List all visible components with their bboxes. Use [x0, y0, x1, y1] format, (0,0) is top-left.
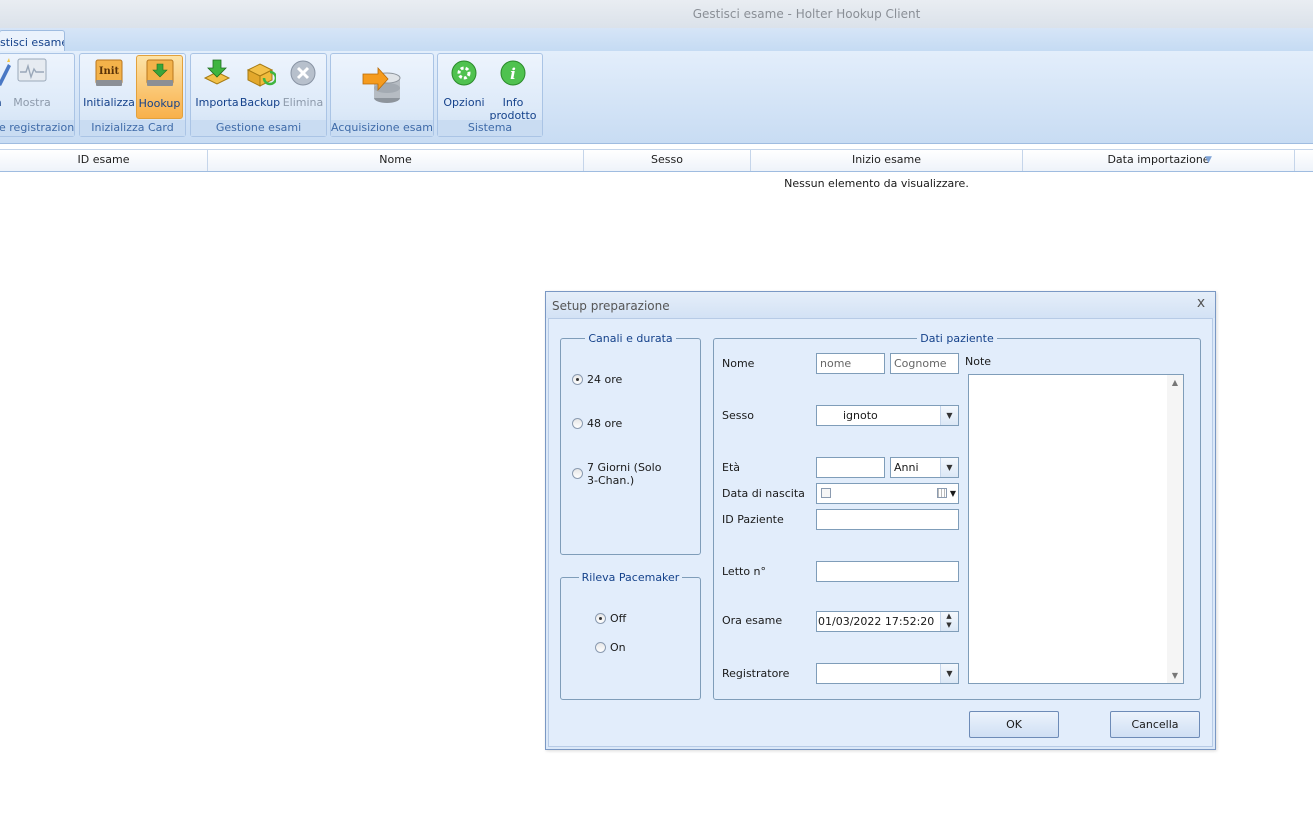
- ora-esame-value: 01/03/2022 17:52:20: [818, 615, 935, 628]
- column-nome[interactable]: Nome: [208, 150, 584, 171]
- letto-input[interactable]: [816, 561, 959, 582]
- nascita-label: Data di nascita: [722, 487, 805, 500]
- checkbox[interactable]: [821, 488, 831, 498]
- spin-down-icon[interactable]: ▼: [941, 621, 957, 630]
- eta-unit-value: Anni: [894, 461, 919, 474]
- exam-grid-header: ID esame Nome Sesso Inizio esame Data im…: [0, 149, 1313, 172]
- ora-esame-label: Ora esame: [722, 614, 783, 627]
- eta-input[interactable]: [816, 457, 885, 478]
- group-label: Gestione esami: [191, 120, 326, 136]
- mostra-button[interactable]: Mostra: [11, 56, 53, 118]
- tab-gestisci-esame[interactable]: stisci esame: [0, 30, 65, 51]
- note-label: Note: [965, 355, 992, 368]
- acquisizione-button[interactable]: [359, 56, 407, 118]
- hookup-card-icon: [146, 59, 173, 86]
- sort-descending-icon: ▼: [1205, 155, 1212, 165]
- group-label: Acquisizione esame: [331, 120, 433, 136]
- close-icon[interactable]: x: [1195, 296, 1207, 310]
- group-sistema: Opzioni i Info prodotto Sistema: [437, 53, 543, 137]
- ok-button[interactable]: OK: [969, 711, 1059, 738]
- title-bar: Gestisci esame - Holter Hookup Client: [0, 0, 1313, 28]
- ecg-monitor-icon: [17, 58, 47, 82]
- eta-unit-select[interactable]: Anni ▼: [890, 457, 959, 478]
- chevron-down-icon[interactable]: ▼: [950, 484, 956, 503]
- letto-label: Letto n°: [722, 565, 767, 578]
- nome-input[interactable]: nome: [816, 353, 885, 374]
- empty-grid-message: Nessun elemento da visualizzare.: [784, 177, 969, 190]
- calendar-icon[interactable]: [937, 488, 947, 498]
- data-nascita-picker[interactable]: ▼: [816, 483, 959, 504]
- radio-dot: [572, 374, 583, 385]
- channels-legend: Canali e durata: [588, 332, 673, 345]
- id-paziente-input[interactable]: [816, 509, 959, 530]
- import-icon: [203, 59, 231, 85]
- group-inizializza-card: Init Initializza Hookup Inizializza Card: [79, 53, 186, 137]
- radio-dot: [572, 418, 583, 429]
- radio-dot: [572, 468, 583, 479]
- initializza-button[interactable]: Init Initializza: [83, 56, 135, 118]
- column-id-esame[interactable]: ID esame: [0, 150, 208, 171]
- patient-legend: Dati paziente: [920, 332, 994, 345]
- scroll-up-icon[interactable]: ▲: [1167, 378, 1183, 387]
- pacemaker-legend: Rileva Pacemaker: [581, 571, 680, 584]
- group-registrazione: a Mostra e registrazione: [0, 53, 75, 137]
- sesso-label: Sesso: [722, 409, 754, 422]
- init-card-icon: Init: [95, 59, 123, 86]
- sesso-select[interactable]: ignoto ▼: [816, 405, 959, 426]
- note-textarea[interactable]: ▲ ▼: [968, 374, 1184, 684]
- radio-dot: [595, 613, 606, 624]
- svg-text:Init: Init: [99, 66, 120, 77]
- cancella-button[interactable]: Cancella: [1110, 711, 1200, 738]
- registratore-label: Registratore: [722, 667, 790, 680]
- pacemaker-group: Rileva Pacemaker: [560, 571, 701, 700]
- note-scrollbar[interactable]: ▲ ▼: [1167, 375, 1183, 683]
- elimina-button[interactable]: Elimina: [283, 56, 323, 118]
- backup-button[interactable]: Backup: [240, 56, 280, 118]
- group-gestione-esami: Importa Backup Elimina Gestione esami: [190, 53, 327, 137]
- radio-dot: [595, 642, 606, 653]
- group-label: Inizializza Card: [80, 120, 185, 136]
- delete-icon: [290, 60, 316, 86]
- column-data-importazione[interactable]: Data importazione ▼: [1023, 150, 1295, 171]
- hookup-button[interactable]: Hookup: [136, 55, 183, 119]
- column-label: Data importazione: [1107, 153, 1210, 166]
- svg-text:i: i: [510, 65, 516, 83]
- channels-group: Canali e durata: [560, 332, 701, 555]
- window-title: Gestisci esame - Holter Hookup Client: [692, 7, 921, 21]
- chevron-down-icon[interactable]: ▼: [940, 664, 958, 683]
- ora-esame-input[interactable]: 01/03/2022 17:52:20 ▲ ▼: [816, 611, 959, 632]
- group-label: Sistema: [438, 120, 542, 136]
- time-spinner[interactable]: ▲ ▼: [940, 612, 958, 631]
- chevron-down-icon[interactable]: ▼: [940, 458, 958, 477]
- importa-button[interactable]: Importa: [195, 56, 239, 118]
- column-sesso[interactable]: Sesso: [584, 150, 751, 171]
- options-gear-icon: [451, 60, 477, 86]
- group-label: e registrazione: [0, 120, 74, 136]
- setup-dialog: Setup preparazione x Canali e durata 24 …: [545, 291, 1216, 750]
- column-inizio-esame[interactable]: Inizio esame: [751, 150, 1023, 171]
- nome-label: Nome: [722, 357, 755, 370]
- dialog-title: Setup preparazione: [546, 292, 1215, 318]
- opzioni-button[interactable]: Opzioni: [443, 56, 485, 118]
- sesso-value: ignoto: [843, 409, 878, 422]
- id-paziente-label: ID Paziente: [722, 513, 784, 526]
- ribbon-tab-bar: stisci esame: [0, 28, 1313, 52]
- eta-label: Età: [722, 461, 741, 474]
- acquire-database-icon: [362, 66, 401, 103]
- registratore-select[interactable]: ▼: [816, 663, 959, 684]
- chevron-down-icon[interactable]: ▼: [940, 406, 958, 425]
- ribbon: a Mostra e registrazione Init Initializz…: [0, 51, 1313, 144]
- group-acquisizione-esame: Acquisizione esame: [330, 53, 434, 137]
- info-prodotto-button[interactable]: i Info prodotto: [488, 56, 538, 122]
- cognome-input[interactable]: Cognome: [890, 353, 959, 374]
- spin-up-icon[interactable]: ▲: [941, 612, 957, 621]
- info-icon: i: [500, 60, 526, 86]
- scroll-down-icon[interactable]: ▼: [1167, 671, 1183, 680]
- backup-icon: [246, 63, 276, 87]
- dialog-body: Canali e durata 24 ore 48 ore 7 Giorni (…: [548, 318, 1213, 747]
